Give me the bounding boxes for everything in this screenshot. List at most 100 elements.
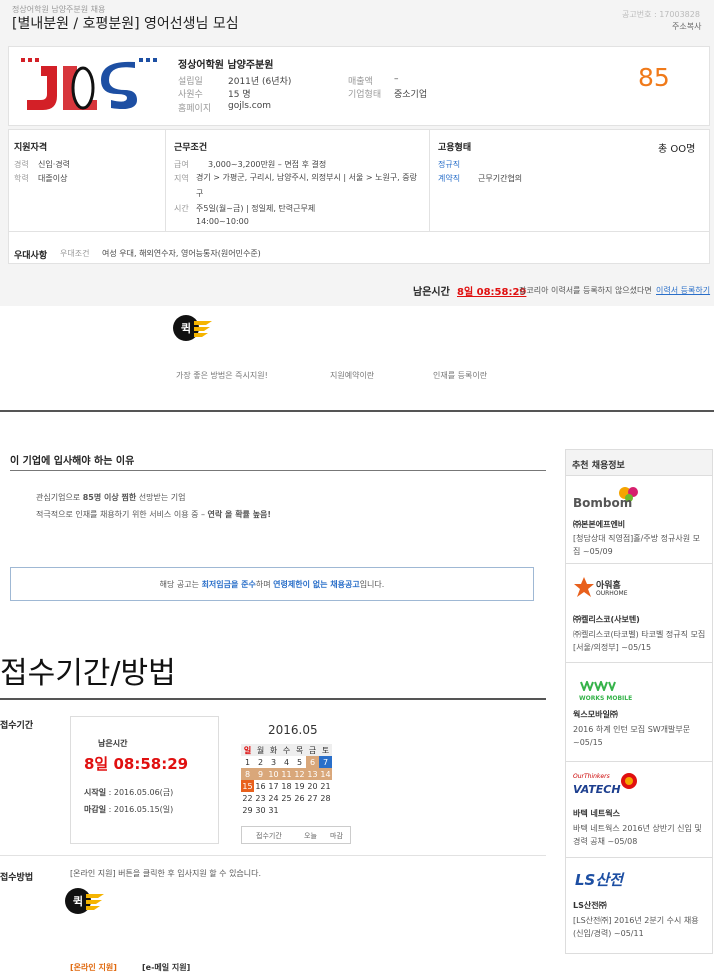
calendar-day: 13	[306, 768, 319, 780]
calendar-day: 22	[242, 793, 253, 803]
apply-method-label: 접수방법	[0, 873, 34, 883]
calendar-day	[293, 804, 306, 816]
employment-type-title: 고용형태	[438, 143, 472, 153]
remaining-time-value: 8일 08:58:29	[457, 287, 527, 298]
apply-section-title: 접수기간/방법	[0, 656, 176, 691]
work-condition-title: 근무조건	[174, 143, 208, 153]
quick-apply-icon[interactable]: 퀵	[172, 312, 212, 348]
quick-link-3[interactable]: 인재를 등록이란	[433, 370, 487, 381]
email-apply-button[interactable]: [e-메일 지원]	[142, 962, 190, 973]
calendar: 일 월화수 목금토 1 2 3 4 5 6 7 8 9 10 11 12 13 14 15 16 17 18 19 2…	[241, 744, 332, 816]
homepage-link[interactable]: gojls.com	[228, 101, 271, 111]
company-logo[interactable]	[17, 54, 165, 116]
calendar-day: 18	[281, 781, 292, 791]
company-name[interactable]: 정상어학원 남양주분원	[178, 56, 273, 71]
calendar-day: 8	[241, 768, 254, 780]
sidebar-item-worksmobile[interactable]: WORKS MOBILE 웍스모바일㈜ 2016 하계 인턴 모집 SW개발부문…	[566, 664, 712, 762]
calendar-day: 1	[244, 757, 251, 767]
apply-method-text: [온라인 지원] 버튼을 클릭한 후 입사지원 할 수 있습니다.	[70, 869, 262, 878]
calendar-day: 27	[307, 793, 318, 803]
calendar-day	[319, 804, 332, 816]
calendar-day: 28	[320, 793, 331, 803]
sidebar-title: 추천 채용정보	[566, 450, 712, 476]
quick-link-1[interactable]: 가장 좋은 방법은 즉시지원!	[176, 370, 268, 381]
job-title: [별내분원 / 호평분원] 영어선생님 모심	[12, 16, 239, 32]
notice-number: 공고번호 : 17003828	[622, 10, 700, 19]
career-value: 신입·경력	[38, 160, 70, 169]
contract-period: 근무기간협의	[478, 174, 523, 183]
calendar-day: 29	[242, 805, 253, 815]
calendar-day: 23	[255, 793, 266, 803]
quick-apply-icon-2[interactable]: 퀵	[64, 885, 104, 921]
start-date: 시작일 : 2016.05.06(금)	[84, 788, 174, 797]
calendar-day: 16	[255, 781, 266, 791]
sidebar-job-desc: 바텍 네트웍스 2016년 상반기 신입 및 경력 공채 ~05/08	[573, 824, 702, 846]
calendar-day: 4	[283, 757, 290, 767]
calendar-day: 30	[255, 805, 266, 815]
calendar-day: 26	[294, 793, 305, 803]
calendar-day	[280, 804, 293, 816]
employees-value: 15 명	[228, 90, 251, 100]
recommended-jobs-sidebar: 추천 채용정보 Bombom ㈜본본에프엔비 [청담상대 직영점]홀/주방 정규…	[565, 449, 713, 954]
pay-label: 급여	[174, 160, 189, 169]
calendar-day: 11	[280, 768, 293, 780]
register-resume-link[interactable]: 이력서 등록하기	[656, 285, 710, 296]
company-type-label: 기업형태	[348, 90, 382, 100]
apply-period-label: 접수기간	[0, 721, 34, 731]
sales-value: –	[394, 74, 399, 84]
sidebar-job-desc: [청담상대 직영점]홀/주방 정규사원 모집 ~05/09	[573, 534, 700, 556]
preference-value: 여성 우대, 해외연수자, 영어능통자(원어민수준)	[102, 249, 261, 258]
calendar-day: 6	[306, 756, 319, 768]
established-label: 설립일	[178, 77, 203, 87]
resume-note: 잡코리아 이력서를 등록하지 않으셨다면	[519, 286, 652, 295]
calendar-day: 19	[294, 781, 305, 791]
region-label: 지역	[174, 174, 189, 183]
sidebar-company-name: 바텍 네트웍스	[573, 809, 620, 818]
calendar-day: 24	[268, 793, 279, 803]
pay-value: 3,000~3,200만원 – 면접 후 결정	[208, 160, 327, 169]
notice-box: 해당 공고는 최저임금을 준수하며 연령제한이 없는 채용공고입니다.	[10, 567, 534, 601]
bombom-logo: Bombom	[573, 485, 643, 515]
calendar-day: 31	[268, 805, 279, 815]
reason-line-1: 관심기업으로 85명 이상 찜한 선망받는 기업	[36, 493, 186, 502]
sidebar-company-name: ㈜켈리스코(사보텐)	[573, 615, 640, 624]
lsis-logo: LS산전	[575, 871, 623, 889]
sidebar-company-name: 웍스모바일㈜	[573, 710, 618, 719]
sidebar-item-lsis[interactable]: LS산전 LS산전㈜ [LS산전㈜] 2016년 2분기 수시 채용(신입/경력…	[566, 859, 712, 954]
reason-line-2: 적극적으로 인재를 채용하기 위한 서비스 이용 중 – 연락 올 확률 높음!	[36, 510, 272, 519]
reason-title: 이 기업에 입사해야 하는 이유	[10, 456, 135, 467]
sidebar-company-name: ㈜본본에프엔비	[573, 520, 626, 529]
calendar-day: 9	[254, 768, 267, 780]
homepage-label: 홈페이지	[178, 104, 212, 114]
sidebar-company-name: LS산전㈜	[573, 901, 607, 910]
calendar-day: 5	[296, 757, 303, 767]
calendar-day: 15	[241, 780, 254, 792]
calendar-day: 3	[270, 757, 277, 767]
end-date: 마감일 : 2016.05.15(일)	[84, 805, 174, 814]
company-score: 85	[638, 63, 670, 92]
sidebar-item-ourhome[interactable]: 아워홈 OURHOME ㈜켈리스코(사보텐) ㈜켈리스코(타코벨) 타코벨 정규…	[566, 565, 712, 663]
worksmobile-logo: WORKS MOBILE	[579, 676, 632, 702]
region-value: 경기 > 가평군, 구리시, 남양주시, 의정부시 | 서울 > 노원구, 중랑…	[196, 173, 417, 198]
company-type-value: 중소기업	[394, 90, 428, 100]
sidebar-job-desc: [LS산전㈜] 2016년 2분기 수시 채용(신입/경력) ~05/11	[573, 916, 699, 938]
copy-address-link[interactable]: 주소복사	[672, 21, 701, 32]
sidebar-item-vatech[interactable]: OurThinkers VATECH 바텍 네트웍스 바텍 네트웍스 2016년…	[566, 763, 712, 858]
online-apply-button[interactable]: [온라인 지원]	[70, 962, 117, 973]
calendar-day: 2	[257, 757, 264, 767]
education-value: 대졸이상	[38, 174, 68, 183]
calendar-day: 12	[293, 768, 306, 780]
calendar-day: 17	[268, 781, 279, 791]
calendar-day: 20	[307, 781, 318, 791]
svg-text:퀵: 퀵	[181, 322, 191, 335]
sidebar-item-bombom[interactable]: Bombom ㈜본본에프엔비 [청담상대 직영점]홀/주방 정규사원 모집 ~0…	[566, 477, 712, 564]
deadline-remaining-label: 남은시간	[98, 739, 128, 748]
calendar-legend: 접수기간 오늘 마감	[241, 826, 351, 844]
deadline-box	[70, 716, 219, 844]
preference-title: 우대사항	[14, 251, 48, 261]
preference-label: 우대조건	[60, 249, 90, 258]
calendar-day: 21	[320, 781, 331, 791]
education-label: 학력	[14, 174, 29, 183]
quick-link-2[interactable]: 지원예약이란	[330, 370, 374, 381]
time-label: 시간	[174, 204, 189, 213]
